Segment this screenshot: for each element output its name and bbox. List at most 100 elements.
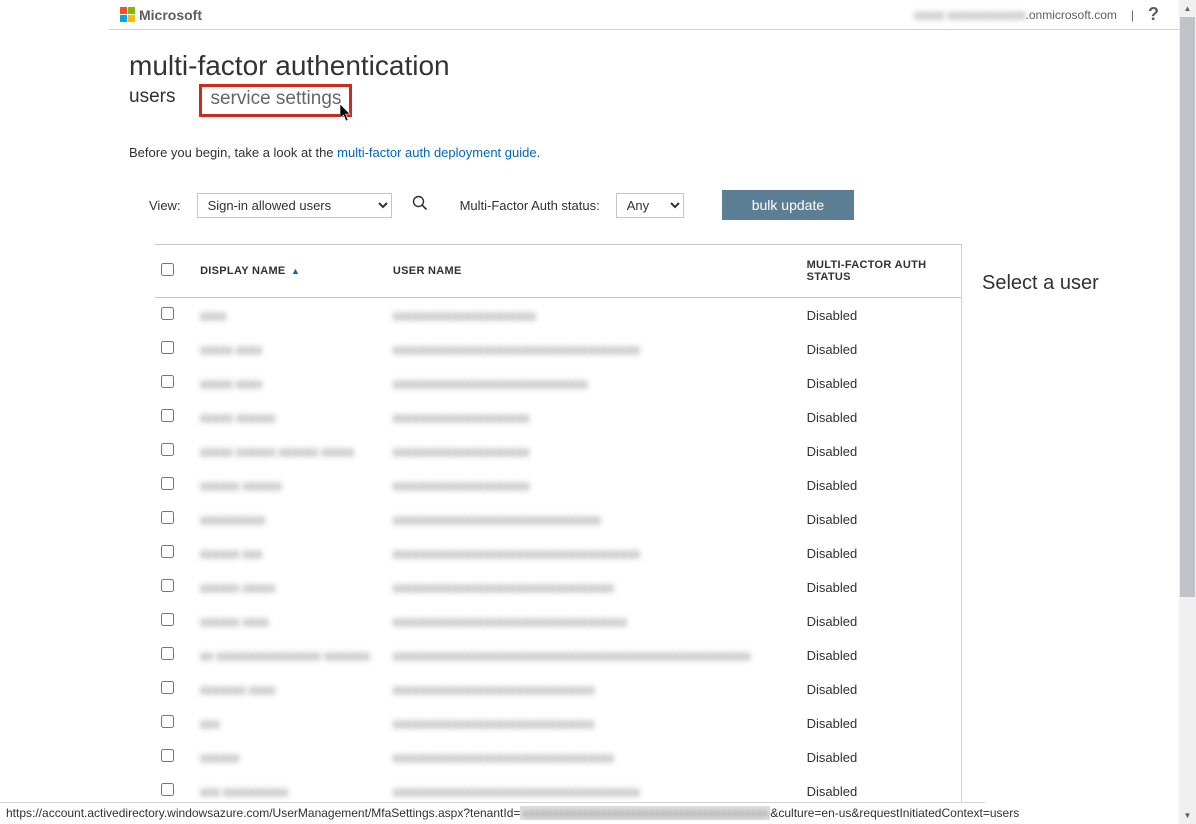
mfa-status: Disabled	[797, 604, 961, 638]
status-label: Multi-Factor Auth status:	[460, 198, 600, 213]
display-name-redacted: xxxxxx xxxxxx	[200, 478, 282, 493]
user-name-redacted: xxxxxxxxxxxxxxxxxxxxxxxxxxxxxxx	[393, 716, 595, 731]
row-checkbox[interactable]	[161, 545, 174, 558]
mfa-status: Disabled	[797, 740, 961, 774]
table-row[interactable]: xxxxxx xxxx xxxxxxxxxxxxxxxxxxxxxxxxxxxxx…	[155, 604, 961, 638]
detail-panel-title: Select a user	[982, 272, 1141, 295]
user-name-redacted: xxxxxxxxxxxxxxxxxxxxxxxxxxxxxxxxxx	[393, 580, 614, 595]
select-all-checkbox[interactable]	[161, 263, 174, 276]
row-checkbox[interactable]	[161, 443, 174, 456]
display-name-redacted: xxx xxxxxxxxxx	[200, 784, 288, 799]
divider: |	[1131, 8, 1134, 22]
col-display-name[interactable]: DISPLAY NAME ▲	[190, 245, 383, 298]
user-name-redacted: xxxxxxxxxxxxxxxxxxxxx	[393, 444, 530, 459]
mfa-status: Disabled	[797, 298, 961, 333]
table-row[interactable]: xxxxx xxxxxxxxxxxxxxxxxxxxxxxxxxxxxxxxxx…	[155, 366, 961, 400]
user-name-redacted: xxxxxxxxxxxxxxxxxxxxxxxxxxxxxxxxxxxxxx	[393, 784, 640, 799]
row-checkbox[interactable]	[161, 375, 174, 388]
table-row[interactable]: xxxxxxxxxxxxxxxxxxxxxxxxxxxxxxxxxxxxxxxx…	[155, 740, 961, 774]
table-row[interactable]: xxxxxxxxxxxxxxxxxxxxxxxxxxxxxxxxxxDisabl…	[155, 706, 961, 740]
table-row[interactable]: xxxxxxxxxxxxxxxxxxxxxxxxxxxxxxxxxxxxxxxx…	[155, 502, 961, 536]
col-mfa-status[interactable]: MULTI-FACTOR AUTH STATUS	[797, 245, 961, 298]
user-name-redacted: xxxxxxxxxxxxxxxxxxxxxxxxxxxxxxxxxxxx	[393, 614, 627, 629]
display-name-redacted: xxxxxxx xxxx	[200, 682, 275, 697]
display-name-redacted: xxxxxx xxx	[200, 546, 262, 561]
table-row[interactable]: xxxxx xxxxxx xxxxxx xxxxx xxxxxxxxxxxxxxx…	[155, 434, 961, 468]
row-checkbox[interactable]	[161, 715, 174, 728]
tab-users[interactable]: users	[129, 84, 175, 117]
row-checkbox[interactable]	[161, 783, 174, 796]
help-icon[interactable]: ?	[1148, 4, 1159, 25]
user-name-redacted: xxxxxxxxxxxxxxxxxxxxxxxxxxxxxxxxxxxxxx	[393, 546, 640, 561]
table-row[interactable]: xx xxxxxxxxxxxxxxxx xxxxxxx xxxxxxxxxxxxx…	[155, 638, 961, 672]
row-checkbox[interactable]	[161, 511, 174, 524]
table-row[interactable]: xxxxxxxxxxxxxxxxxxxxxxxxxxDisabled	[155, 298, 961, 333]
row-checkbox[interactable]	[161, 477, 174, 490]
tab-service-settings[interactable]: service settings	[199, 84, 352, 117]
display-name-redacted: xxxxx xxxxxx xxxxxx xxxxx	[200, 444, 354, 459]
users-table: DISPLAY NAME ▲ USER NAME MULTI-FACTOR AU…	[155, 244, 961, 808]
mfa-status: Disabled	[797, 570, 961, 604]
user-name-redacted: xxxxxxxxxxxxxxxxxxxxx	[393, 410, 530, 425]
row-checkbox[interactable]	[161, 579, 174, 592]
content: multi-factor authentication users servic…	[109, 30, 1179, 808]
search-icon[interactable]	[412, 195, 428, 216]
display-name-redacted: xxxxxx xxxx	[200, 614, 269, 629]
sort-asc-icon: ▲	[291, 266, 300, 276]
mfa-status: Disabled	[797, 332, 961, 366]
table-row[interactable]: xxxxxxx xxxx xxxxxxxxxxxxxxxxxxxxxxxxxxxx…	[155, 672, 961, 706]
user-name-redacted: xxxxxxxxxxxxxxxxxxxxx	[393, 478, 530, 493]
user-name-redacted: xxxxxxxxxxxxxxxxxxxxxxxxxxxxxxxxxxxxxx	[393, 342, 640, 357]
scroll-up-icon[interactable]: ▲	[1179, 0, 1196, 17]
col-user-name[interactable]: USER NAME	[383, 245, 797, 298]
microsoft-logo: Microsoft	[120, 7, 202, 23]
table-row[interactable]: xxxxx xxxx xxxxxxxxxxxxxxxxxxxxxxxxxxxxxx…	[155, 332, 961, 366]
row-checkbox[interactable]	[161, 613, 174, 626]
table-row[interactable]: xxxxxx xxxxxxxxxxxxxxxxxxxxxxxxxxxDisabl…	[155, 468, 961, 502]
scroll-down-icon[interactable]: ▼	[1179, 807, 1196, 824]
scrollbar-thumb[interactable]	[1180, 1, 1195, 597]
view-select[interactable]: Sign-in allowed users	[197, 193, 392, 218]
display-name-redacted: xxxxx xxxx	[200, 342, 262, 357]
deployment-guide-link[interactable]: multi-factor auth deployment guide	[337, 145, 536, 160]
intro-text: Before you begin, take a look at the mul…	[129, 145, 1161, 160]
table-row[interactable]: xxxxxx xxx xxxxxxxxxxxxxxxxxxxxxxxxxxxxxx…	[155, 536, 961, 570]
account-label: xxxxx xxxxxxxxxxxxx.onmicrosoft.com	[914, 8, 1117, 22]
microsoft-logo-icon	[120, 7, 135, 22]
topbar-right: xxxxx xxxxxxxxxxxxx.onmicrosoft.com | ?	[914, 4, 1159, 25]
row-checkbox[interactable]	[161, 681, 174, 694]
display-name-redacted: xx xxxxxxxxxxxxxxxx xxxxxxx	[200, 648, 370, 663]
user-name-redacted: xxxxxxxxxxxxxxxxxxxxxx	[393, 308, 536, 323]
user-name-redacted: xxxxxxxxxxxxxxxxxxxxxxxxxxxxxxxxxxxxxxxx…	[393, 648, 751, 663]
bulk-update-button[interactable]: bulk update	[722, 190, 854, 220]
status-bar: https://account.activedirectory.windowsa…	[0, 802, 985, 824]
filter-row: View: Sign-in allowed users Multi-Factor…	[149, 190, 1161, 220]
mfa-status: Disabled	[797, 434, 961, 468]
table-row[interactable]: xxxxx xxxxxxxxxxxxxxxxxxxxxxxxxxxDisable…	[155, 400, 961, 434]
page-title: multi-factor authentication	[129, 50, 1161, 82]
row-checkbox[interactable]	[161, 749, 174, 762]
display-name-redacted: xxxxx xxxx	[200, 376, 262, 391]
mfa-status: Disabled	[797, 502, 961, 536]
status-select[interactable]: Any	[616, 193, 684, 218]
display-name-redacted: xxxxxxxxxx	[200, 512, 265, 527]
display-name-redacted: xxxxxx xxxxx	[200, 580, 275, 595]
mfa-status: Disabled	[797, 536, 961, 570]
display-name-redacted: xxx	[200, 716, 220, 731]
scrollbar-track[interactable]	[1179, 0, 1196, 824]
topbar: Microsoft xxxxx xxxxxxxxxxxxx.onmicrosof…	[109, 0, 1179, 30]
user-name-redacted: xxxxxxxxxxxxxxxxxxxxxxxxxxxxxxxx	[393, 512, 601, 527]
cursor-icon	[340, 104, 354, 122]
mfa-status: Disabled	[797, 400, 961, 434]
mfa-status: Disabled	[797, 638, 961, 672]
user-name-redacted: xxxxxxxxxxxxxxxxxxxxxxxxxxxxxxx	[393, 682, 595, 697]
row-checkbox[interactable]	[161, 647, 174, 660]
row-checkbox[interactable]	[161, 409, 174, 422]
display-name-redacted: xxxx	[200, 308, 226, 323]
table-row[interactable]: xxxxxx xxxxx xxxxxxxxxxxxxxxxxxxxxxxxxxxx…	[155, 570, 961, 604]
mfa-status: Disabled	[797, 672, 961, 706]
row-checkbox[interactable]	[161, 341, 174, 354]
user-name-redacted: xxxxxxxxxxxxxxxxxxxxxxxxxxxxxxxxxx	[393, 750, 614, 765]
row-checkbox[interactable]	[161, 307, 174, 320]
mfa-status: Disabled	[797, 366, 961, 400]
